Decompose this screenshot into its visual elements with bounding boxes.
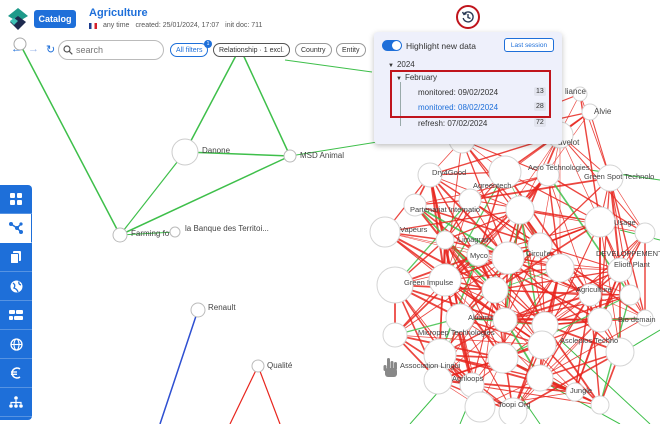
graph-node[interactable] — [505, 195, 535, 225]
session-history-panel: Highlight new data Last session ▼ 2024 ▼ F… — [374, 32, 562, 144]
filters-count-badge: 1 — [204, 40, 212, 48]
france-flag-icon — [89, 22, 97, 29]
graph-node[interactable] — [584, 206, 616, 238]
label-alliance: liance — [565, 87, 586, 96]
globe-icon — [10, 280, 22, 292]
label-developpement: DEVELOPPEMENT — [596, 249, 660, 258]
label-vapeurs: Vapeurs — [400, 225, 428, 234]
sidebar-item-documents[interactable] — [0, 243, 32, 272]
back-arrow-icon[interactable]: ← — [11, 43, 22, 55]
session-entry[interactable]: refresh: 07/02/2024 — [418, 119, 487, 128]
graph-node[interactable] — [545, 253, 575, 283]
label-greenimpulse: Green Impulse — [404, 278, 453, 287]
sidebar-item-network[interactable] — [0, 214, 32, 243]
label-agriloops: Agriloops — [452, 374, 484, 383]
graph-node[interactable] — [487, 342, 519, 374]
highlight-annotation-box — [390, 70, 551, 118]
label-micropep: Micropep Technologies — [418, 328, 495, 337]
left-sidebar — [0, 185, 32, 420]
page-title: Agriculture — [89, 7, 148, 19]
graph-node[interactable] — [369, 216, 401, 248]
graph-node[interactable] — [587, 307, 613, 333]
label-aero: Aero Technologies — [528, 163, 590, 172]
last-session-button[interactable]: Last session — [504, 38, 554, 52]
world-grid-icon — [9, 337, 23, 351]
graph-node[interactable] — [527, 330, 557, 360]
sidebar-item-globe[interactable] — [0, 272, 32, 301]
catalog-button[interactable]: Catalog — [34, 10, 76, 28]
euro-icon — [11, 367, 21, 379]
hand-cursor-icon — [383, 358, 397, 377]
hierarchy-icon — [9, 396, 23, 408]
label-limagrain: Limagrain — [458, 235, 491, 244]
year-label: 2024 — [396, 60, 415, 69]
created-text: created: 25/01/2024, 17:07 — [135, 22, 220, 29]
label-jungle: Jungle — [570, 386, 592, 395]
documents-icon — [10, 250, 21, 264]
label-toopi: Toopi Org — [498, 400, 531, 409]
graph-node[interactable] — [423, 365, 453, 395]
relationship-filter-chip[interactable]: Relationship · 1 excl. — [213, 43, 290, 57]
graph-node[interactable] — [464, 391, 496, 423]
label-biodemain: Bio demain — [618, 315, 656, 324]
year-group[interactable]: ▼ 2024 — [388, 60, 415, 69]
graph-node[interactable] — [526, 364, 554, 392]
label-eliott: Eliott Plant — [614, 260, 651, 269]
app-window: Danone MSD Animal Farming fo la Banque d… — [0, 0, 660, 424]
graph-node[interactable] — [481, 276, 509, 304]
sidebar-item-world[interactable] — [0, 330, 32, 359]
search-input[interactable] — [76, 45, 156, 55]
label-msd: MSD Animal — [300, 151, 344, 160]
refresh-icon[interactable]: ↻ — [46, 43, 55, 56]
timeline-icon — [9, 310, 23, 320]
init-doc-text: init doc: 711 — [225, 22, 263, 29]
country-filter-chip[interactable]: Country — [295, 43, 332, 57]
all-filters-chip[interactable]: All filters — [170, 43, 209, 57]
label-farming: Farming fo — [131, 229, 170, 238]
sidebar-item-hierarchy[interactable] — [0, 388, 32, 417]
graph-node[interactable] — [619, 284, 641, 306]
label-greenspot: Green Spot Technolo — [584, 172, 654, 181]
period-text: any time — [103, 22, 130, 29]
graph-node[interactable] — [435, 230, 455, 250]
label-akiama: Akiama — [468, 313, 494, 322]
graph-node[interactable] — [590, 395, 610, 415]
label-alvie: Alvie — [594, 107, 612, 116]
label-banque: la Banque des Territoi... — [185, 224, 269, 233]
grid-icon — [10, 193, 22, 205]
label-circul: Circul'e — [526, 249, 551, 258]
label-myco: Myco — [470, 251, 488, 260]
label-qualite: Qualité — [267, 361, 293, 370]
sidebar-item-finance[interactable] — [0, 359, 32, 388]
label-agriculture: Agriculture — [576, 285, 612, 294]
highlight-label: Highlight new data — [406, 41, 476, 51]
label-renault: Renault — [208, 303, 236, 312]
label-association: Association Lingui — [400, 361, 461, 370]
sidebar-item-timeline[interactable] — [0, 301, 32, 330]
caret-down-icon: ▼ — [388, 63, 394, 69]
sidebar-item-dashboard[interactable] — [0, 185, 32, 214]
search-icon — [63, 45, 73, 55]
network-icon — [8, 222, 23, 234]
page-meta: any time created: 25/01/2024, 17:07 init… — [89, 22, 262, 29]
graph-node[interactable] — [382, 322, 408, 348]
label-agreen: Agreentech — [473, 181, 511, 190]
app-logo-icon[interactable] — [8, 8, 28, 30]
label-asclepios: Asclepios Techno — [560, 336, 618, 345]
entity-filter-chip[interactable]: Entity — [336, 43, 366, 57]
label-danone: Danone — [202, 146, 231, 155]
graph-node[interactable] — [491, 241, 525, 275]
label-usage: Usage — [614, 218, 636, 227]
highlight-toggle[interactable] — [382, 40, 402, 51]
forward-arrow-icon[interactable]: → — [28, 43, 39, 55]
graph-node[interactable] — [634, 222, 656, 244]
label-dry4good: Dry4Good — [432, 168, 466, 177]
session-entry-count: 72 — [534, 118, 546, 127]
history-icon — [461, 11, 474, 23]
graph-node[interactable] — [492, 307, 518, 333]
history-button[interactable] — [456, 5, 480, 29]
search-box[interactable] — [58, 40, 164, 60]
graph-nodes — [13, 37, 297, 373]
label-partenariat: Partenariat Internatio — [410, 205, 480, 214]
